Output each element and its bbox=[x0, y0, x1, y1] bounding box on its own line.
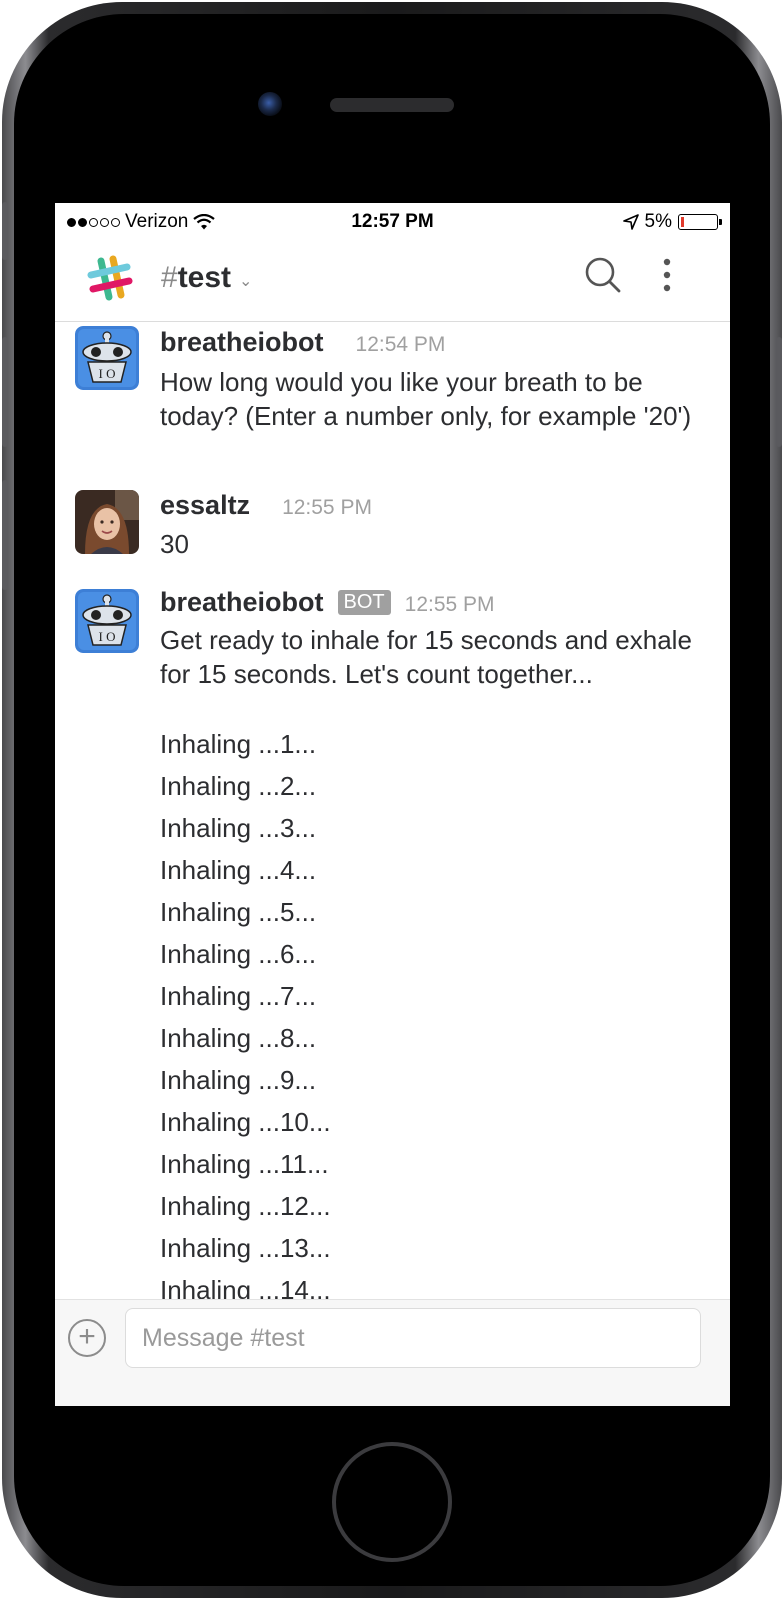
timestamp: 12:55 PM bbox=[282, 496, 372, 519]
count-line: Inhaling ...9... bbox=[160, 1065, 317, 1095]
power-button bbox=[776, 337, 782, 447]
message-item: I O breatheiobot 12:54 PM How long would… bbox=[55, 321, 730, 481]
add-attachment-button[interactable]: + bbox=[68, 1319, 106, 1357]
message-input[interactable] bbox=[125, 1308, 701, 1368]
message-header: breatheiobot 12:54 PM bbox=[160, 327, 445, 358]
author-name[interactable]: breatheiobot bbox=[160, 587, 324, 618]
message-text: 30 bbox=[160, 529, 189, 559]
count-line: Inhaling ...7... bbox=[160, 981, 317, 1011]
channel-hash: # bbox=[161, 261, 178, 294]
message-list[interactable]: I O breatheiobot 12:54 PM How long would… bbox=[55, 321, 730, 1299]
count-line: Inhaling ...10... bbox=[160, 1107, 331, 1137]
channel-header: # test ⌄ bbox=[55, 239, 730, 322]
mute-switch bbox=[2, 202, 8, 260]
count-line: Inhaling ...12... bbox=[160, 1191, 331, 1221]
screen: Verizon 12:57 PM 5% # test ⌄ I O breathe… bbox=[55, 203, 730, 1406]
count-line: Inhaling ...3... bbox=[160, 813, 317, 843]
bot-avatar[interactable]: I O bbox=[75, 326, 139, 390]
count-line: Inhaling ...5... bbox=[160, 897, 317, 927]
chevron-down-icon: ⌄ bbox=[239, 273, 253, 290]
status-bar: Verizon 12:57 PM 5% bbox=[55, 203, 730, 239]
message-text: How long would you like your breath to b… bbox=[160, 367, 692, 431]
volume-down-button bbox=[2, 480, 8, 590]
battery-group: 5% bbox=[622, 211, 722, 233]
battery-percentage: 5% bbox=[644, 211, 672, 232]
count-line: Inhaling ...8... bbox=[160, 1023, 317, 1053]
message-header: breatheiobot BOT 12:55 PM bbox=[160, 587, 495, 618]
count-line: Inhaling ...11... bbox=[160, 1149, 329, 1179]
message-item: I O breatheiobot BOT 12:55 PM Get ready … bbox=[55, 585, 730, 1299]
author-name[interactable]: essaltz bbox=[160, 490, 250, 521]
count-line: Inhaling ...14... bbox=[160, 1275, 331, 1299]
channel-title[interactable]: # test ⌄ bbox=[161, 261, 252, 295]
count-line: Inhaling ...4... bbox=[160, 855, 317, 885]
timestamp: 12:55 PM bbox=[404, 593, 495, 616]
svg-text:I O: I O bbox=[99, 629, 116, 644]
search-icon[interactable] bbox=[583, 255, 623, 295]
message-composer: + bbox=[55, 1299, 730, 1406]
slack-logo[interactable] bbox=[83, 253, 135, 305]
channel-name: test bbox=[177, 261, 232, 294]
bot-avatar[interactable]: I O bbox=[75, 589, 139, 653]
count-line: Inhaling ...2... bbox=[160, 771, 317, 801]
message-item: essaltz 12:55 PM 30 bbox=[55, 487, 730, 567]
author-name[interactable]: breatheiobot bbox=[160, 327, 324, 358]
count-line: Inhaling ...1... bbox=[160, 729, 317, 759]
svg-text:I O: I O bbox=[99, 366, 116, 381]
bot-badge: BOT bbox=[337, 590, 391, 615]
count-line: Inhaling ...13... bbox=[160, 1233, 331, 1263]
volume-up-button bbox=[2, 337, 8, 447]
count-line: Inhaling ...6... bbox=[160, 939, 317, 969]
message-header: essaltz 12:55 PM bbox=[160, 490, 372, 521]
timestamp: 12:54 PM bbox=[355, 333, 446, 356]
front-camera bbox=[258, 92, 282, 116]
battery-icon bbox=[678, 214, 722, 230]
user-avatar[interactable] bbox=[75, 490, 139, 554]
message-text: Get ready to inhale for 15 seconds and e… bbox=[160, 625, 692, 689]
more-options-icon[interactable] bbox=[655, 255, 679, 295]
home-button[interactable] bbox=[332, 1442, 452, 1562]
location-arrow-icon bbox=[622, 214, 639, 230]
earpiece-speaker bbox=[330, 98, 454, 112]
